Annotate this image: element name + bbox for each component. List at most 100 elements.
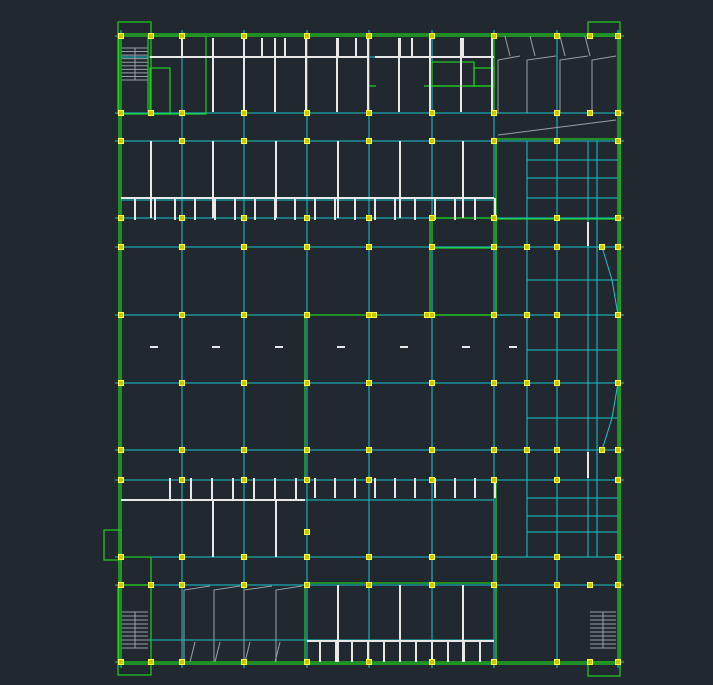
column-marker-icon [366,215,372,221]
column-marker-icon [241,380,247,386]
column-marker-icon [118,138,124,144]
column-marker-icon [304,529,310,535]
column-marker-icon [179,582,185,588]
column-marker-icon [615,380,621,386]
column-marker-icon [148,33,154,39]
column-marker-icon [554,312,560,318]
column-marker-icon [554,33,560,39]
column-marker-icon [179,659,185,665]
column-marker-icon [366,447,372,453]
column-marker-icon [554,477,560,483]
drawing-background [0,0,713,685]
column-marker-icon [241,447,247,453]
column-marker-icon [304,110,310,116]
column-marker-icon [179,215,185,221]
column-marker-icon [587,659,593,665]
column-marker-icon [615,215,621,221]
column-marker-icon [615,582,621,588]
column-marker-icon [241,312,247,318]
column-marker-icon [304,215,310,221]
column-marker-icon [118,447,124,453]
column-marker-icon [366,244,372,250]
column-marker-icon [424,312,430,318]
column-marker-icon [429,447,435,453]
column-marker-icon [615,244,621,250]
column-marker-icon [179,312,185,318]
column-marker-icon [491,582,497,588]
column-marker-icon [615,554,621,560]
column-marker-icon [491,380,497,386]
column-marker-icon [304,554,310,560]
column-marker-icon [118,477,124,483]
column-marker-icon [118,312,124,318]
column-marker-icon [554,659,560,665]
column-marker-icon [554,447,560,453]
column-marker-icon [429,138,435,144]
column-marker-icon [366,659,372,665]
column-marker-icon [615,447,621,453]
column-marker-icon [179,33,185,39]
column-marker-icon [366,138,372,144]
column-marker-icon [179,554,185,560]
column-marker-icon [429,554,435,560]
column-marker-icon [304,138,310,144]
column-marker-icon [554,582,560,588]
column-marker-icon [524,244,530,250]
column-marker-icon [524,380,530,386]
column-marker-icon [429,244,435,250]
column-marker-icon [148,659,154,665]
column-marker-icon [429,33,435,39]
column-marker-icon [615,312,621,318]
column-marker-icon [179,138,185,144]
column-marker-icon [304,244,310,250]
column-marker-icon [554,244,560,250]
column-marker-icon [179,447,185,453]
column-marker-icon [366,554,372,560]
column-marker-icon [429,110,435,116]
column-marker-icon [179,110,185,116]
column-marker-icon [554,380,560,386]
column-marker-icon [241,554,247,560]
column-marker-icon [148,582,154,588]
column-marker-icon [491,244,497,250]
column-marker-icon [366,380,372,386]
column-marker-icon [118,33,124,39]
column-marker-icon [118,215,124,221]
column-marker-icon [241,215,247,221]
column-marker-icon [524,447,530,453]
column-marker-icon [304,447,310,453]
column-marker-icon [304,312,310,318]
column-marker-icon [491,110,497,116]
column-marker-icon [491,312,497,318]
column-marker-icon [118,380,124,386]
column-marker-icon [366,477,372,483]
column-marker-icon [491,554,497,560]
column-marker-icon [241,477,247,483]
column-marker-icon [304,659,310,665]
column-marker-icon [366,33,372,39]
column-marker-icon [615,110,621,116]
column-marker-icon [491,477,497,483]
column-marker-icon [429,215,435,221]
column-marker-icon [491,215,497,221]
column-marker-icon [304,477,310,483]
column-marker-icon [554,215,560,221]
column-marker-icon [554,554,560,560]
column-marker-icon [599,447,605,453]
column-marker-icon [241,659,247,665]
column-marker-icon [148,110,154,116]
column-marker-icon [304,380,310,386]
column-marker-icon [587,582,593,588]
column-marker-icon [241,582,247,588]
column-marker-icon [615,477,621,483]
column-marker-icon [599,244,605,250]
column-marker-icon [524,312,530,318]
column-marker-icon [371,312,377,318]
column-marker-icon [304,33,310,39]
column-marker-icon [241,110,247,116]
column-marker-icon [491,659,497,665]
column-marker-icon [554,138,560,144]
column-marker-icon [491,138,497,144]
column-marker-icon [429,582,435,588]
column-marker-icon [587,33,593,39]
